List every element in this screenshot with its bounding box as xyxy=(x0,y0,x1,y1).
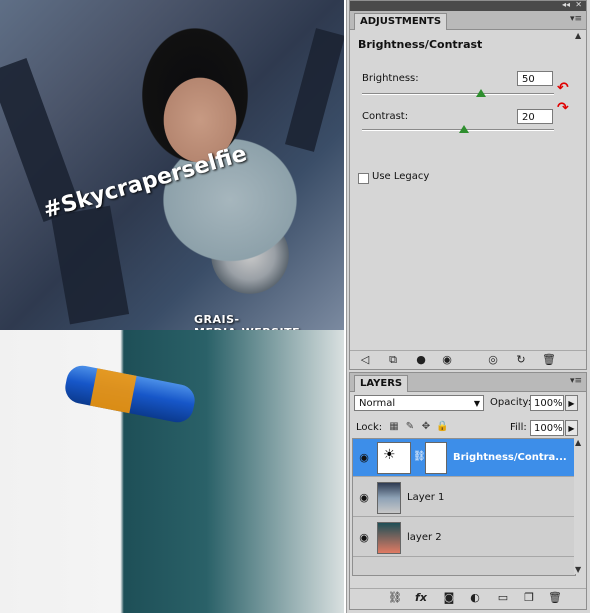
fill-label: Fill: xyxy=(510,422,527,433)
contrast-input[interactable]: 20 xyxy=(517,109,553,124)
lock-all-icon[interactable]: 🔒 xyxy=(436,421,448,433)
layers-scrollbar[interactable]: ▲ ▼ xyxy=(574,438,584,574)
reset-icon[interactable]: ↻ xyxy=(514,353,528,367)
use-legacy-checkbox[interactable] xyxy=(358,173,369,184)
adjustment-icon[interactable]: ◐ xyxy=(468,591,482,605)
layers-menu-icon[interactable]: ▾≡ xyxy=(570,376,582,386)
panel-dock-strip: ◂◂ ✕ xyxy=(350,0,586,11)
contrast-slider-thumb[interactable] xyxy=(458,125,469,133)
layer-row-adjustment[interactable]: ◉ ☀ ⛓ Brightness/Contra... xyxy=(353,439,575,477)
adjustment-thumbnail-icon: ☀ xyxy=(377,442,411,474)
layer-thumbnail xyxy=(377,482,401,514)
watermark-website: GRAIS-MEDIA.WEBSITE xyxy=(194,313,300,330)
opacity-input[interactable]: 100% xyxy=(530,395,564,411)
opacity-slider-button[interactable]: ▶ xyxy=(565,395,578,411)
layer-name[interactable]: layer 2 xyxy=(407,532,442,543)
adjustments-panel: ◂◂ ✕ ADJUSTMENTS ▾≡ Brightness/Contrast … xyxy=(349,0,587,370)
adjustments-footer-toolbar: ◁ ⧉ ● ◉ ◎ ↻ 🗑 xyxy=(350,350,586,369)
new-layer-icon[interactable]: ❐ xyxy=(522,591,536,605)
scroll-down-icon[interactable]: ▼ xyxy=(575,565,581,574)
contrast-label: Contrast: xyxy=(362,111,409,122)
clip-layer-icon[interactable]: ⧉ xyxy=(386,353,400,367)
fill-input[interactable]: 100% xyxy=(530,420,564,436)
chain-link-icon[interactable]: ⛓ xyxy=(413,451,426,462)
lock-transparent-icon[interactable]: ▦ xyxy=(388,421,400,433)
trash-icon[interactable]: 🗑 xyxy=(548,591,562,605)
tab-adjustments[interactable]: ADJUSTMENTS xyxy=(354,13,448,30)
chevron-down-icon: ▼ xyxy=(473,399,480,408)
back-arrow-icon[interactable]: ◁ xyxy=(358,353,372,367)
scroll-up-icon[interactable]: ▲ xyxy=(575,31,581,40)
fill-slider-button[interactable]: ▶ xyxy=(565,420,578,436)
blend-mode-value: Normal xyxy=(359,398,396,409)
layers-footer-toolbar: ⛓ fx ◙ ◐ ▭ ❐ 🗑 xyxy=(350,588,586,607)
group-folder-icon[interactable]: ▭ xyxy=(496,591,510,605)
layers-panel: LAYERS ▾≡ Normal ▼ Opacity: 100% ▶ Lock:… xyxy=(349,372,587,610)
layer-name[interactable]: Brightness/Contra... xyxy=(453,452,567,463)
document-canvas[interactable]: #Skycraperselfie GRAIS-MEDIA.WEBSITE xyxy=(0,0,347,613)
lock-brush-icon[interactable]: ✎ xyxy=(404,421,416,433)
close-panel-icon[interactable]: ✕ xyxy=(575,0,582,9)
eye-icon[interactable]: ◉ xyxy=(357,491,371,505)
layer-name[interactable]: Layer 1 xyxy=(407,492,444,503)
eye-icon[interactable]: ◉ xyxy=(357,531,371,545)
mask-thumbnail[interactable] xyxy=(425,442,447,474)
annotation-arrow-up-icon: ↶ xyxy=(557,80,569,96)
link-icon[interactable]: ⛓ xyxy=(388,591,402,605)
adjustments-scrollbar[interactable]: ▲ xyxy=(574,31,584,349)
brightness-slider-thumb[interactable] xyxy=(476,89,487,97)
layer-row-layer1[interactable]: ◉ Layer 1 xyxy=(353,479,575,517)
visibility-circle-icon[interactable]: ● xyxy=(414,353,428,367)
skyscraper-selfie-photo: #Skycraperselfie GRAIS-MEDIA.WEBSITE xyxy=(0,0,344,330)
layers-tabstrip: LAYERS ▾≡ xyxy=(350,373,586,392)
lock-position-icon[interactable]: ✥ xyxy=(420,421,432,433)
trash-icon[interactable]: 🗑 xyxy=(542,353,556,367)
blend-mode-select[interactable]: Normal ▼ xyxy=(354,395,484,411)
layers-list: ◉ ☀ ⛓ Brightness/Contra... ◉ Layer 1 ◉ l… xyxy=(352,438,576,576)
scroll-up-icon[interactable]: ▲ xyxy=(575,438,581,447)
annotation-arrow-down-icon: ↷ xyxy=(557,100,569,116)
layer-row-layer2[interactable]: ◉ layer 2 xyxy=(353,519,575,557)
use-legacy-label: Use Legacy xyxy=(372,171,430,182)
eye-icon[interactable]: ◉ xyxy=(357,451,371,465)
layer-thumbnail xyxy=(377,522,401,554)
lock-label: Lock: xyxy=(356,422,383,433)
brightness-slider-track[interactable] xyxy=(362,93,554,95)
opacity-label: Opacity: xyxy=(490,397,532,408)
drinking-man-photo xyxy=(0,330,344,613)
tab-layers[interactable]: LAYERS xyxy=(354,375,409,392)
adjustment-title: Brightness/Contrast xyxy=(358,38,483,51)
eye-icon[interactable]: ◉ xyxy=(440,353,454,367)
brightness-input[interactable]: 50 xyxy=(517,71,553,86)
fx-icon[interactable]: fx xyxy=(414,591,428,605)
brightness-label: Brightness: xyxy=(362,73,419,84)
adjustments-tabstrip: ADJUSTMENTS ▾≡ xyxy=(350,11,586,30)
collapse-panel-icon[interactable]: ◂◂ xyxy=(562,0,570,9)
view-previous-icon[interactable]: ◎ xyxy=(486,353,500,367)
mask-icon[interactable]: ◙ xyxy=(442,591,456,605)
panel-menu-icon[interactable]: ▾≡ xyxy=(570,14,582,24)
